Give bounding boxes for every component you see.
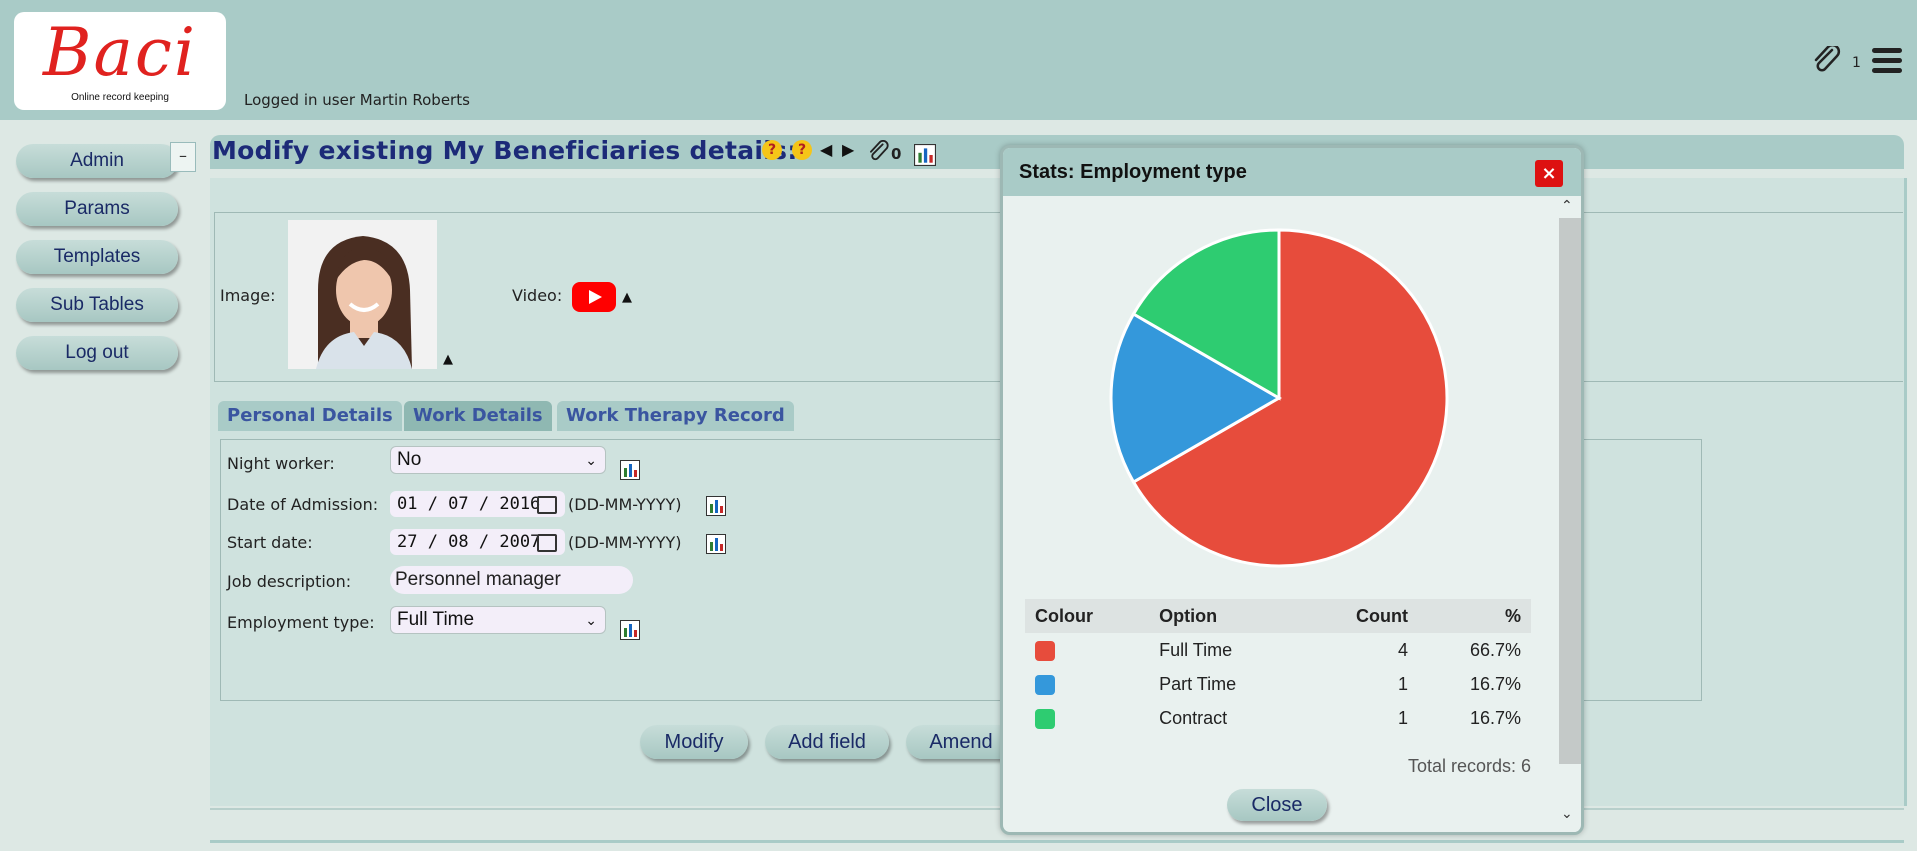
col-colour: Colour (1025, 599, 1150, 633)
chevron-down-icon: ⌄ (585, 612, 597, 628)
job-description-label: Job description: (227, 572, 352, 591)
start-date-label: Start date: (227, 533, 313, 552)
beneficiary-photo[interactable] (288, 220, 437, 369)
sidebar-item-log-out[interactable]: Log out (16, 336, 178, 370)
page-title: Modify existing My Beneficiaries details… (212, 136, 798, 165)
col-percent: % (1417, 599, 1531, 633)
row-option: Contract (1159, 707, 1228, 728)
table-row: Full Time 4 66.7% (1025, 633, 1531, 667)
employment-type-stats-icon[interactable] (620, 620, 640, 640)
pie-chart (1109, 228, 1449, 568)
video-label: Video: (512, 286, 563, 305)
stats-chart-icon[interactable] (914, 144, 936, 166)
video-play-icon[interactable] (572, 282, 616, 312)
logo-tagline: Online record keeping (71, 92, 169, 103)
attachment-icon[interactable] (868, 140, 890, 162)
logged-in-user: Logged in user Martin Roberts (244, 91, 470, 109)
help-icon-2[interactable]: ? (792, 140, 812, 160)
logo-text: Baci (43, 14, 197, 91)
date-of-admission-label: Date of Admission: (227, 495, 379, 514)
row-count: 1 (1397, 673, 1408, 694)
dialog-title: Stats: Employment type (1019, 161, 1247, 183)
close-button[interactable]: Close (1227, 789, 1327, 821)
table-row: Part Time 1 16.7% (1025, 667, 1531, 701)
job-description-input[interactable]: Personnel manager (390, 566, 633, 594)
image-expand-icon[interactable]: ▲ (443, 352, 453, 367)
sidebar-item-sub-tables[interactable]: Sub Tables (16, 288, 178, 322)
stats-dialog: Stats: Employment type × Colour Option C… (1000, 145, 1584, 835)
col-count: Count (1303, 599, 1418, 633)
color-swatch (1035, 640, 1055, 661)
col-option: Option (1149, 599, 1304, 633)
add-field-button[interactable]: Add field (765, 725, 889, 759)
modify-button[interactable]: Modify (640, 725, 748, 759)
logo[interactable]: Baci Online record keeping (14, 12, 226, 110)
color-swatch (1035, 674, 1055, 695)
next-record-icon[interactable]: ▶ (842, 140, 854, 159)
sidebar-item-params[interactable]: Params (16, 192, 178, 226)
calendar-icon[interactable] (537, 534, 557, 552)
stats-table: Colour Option Count % Full Time 4 66.7% … (1025, 599, 1531, 735)
employment-type-value: Full Time (397, 609, 475, 630)
start-date-value: 27 / 08 / 2007 (397, 532, 541, 552)
dialog-scrollbar[interactable]: ⌃ ⌄ (1555, 196, 1581, 832)
night-worker-value: No (397, 449, 422, 470)
chevron-down-icon: ⌄ (585, 452, 597, 468)
row-count: 1 (1397, 707, 1408, 728)
start-date-input[interactable]: 27 / 08 / 2007 (390, 529, 565, 555)
row-option: Part Time (1159, 673, 1237, 694)
night-worker-label: Night worker: (227, 454, 335, 473)
scroll-down-icon[interactable]: ⌄ (1561, 806, 1573, 822)
row-percent: 66.7% (1469, 639, 1521, 660)
hamburger-menu-icon[interactable] (1872, 48, 1902, 74)
sidebar-item-templates[interactable]: Templates (16, 240, 178, 274)
previous-record-icon[interactable]: ◀ (820, 140, 832, 159)
employment-type-label: Employment type: (227, 613, 375, 632)
date-of-admission-input[interactable]: 01 / 07 / 2016 (390, 491, 565, 517)
row-percent: 16.7% (1469, 673, 1521, 694)
color-swatch (1035, 708, 1055, 729)
tab-work-details[interactable]: Work Details (404, 401, 552, 431)
calendar-icon[interactable] (537, 496, 557, 514)
night-worker-select[interactable]: No ⌄ (390, 446, 606, 474)
sidebar-collapse-button[interactable]: – (170, 142, 196, 172)
start-date-format: (DD-MM-YYYY) (568, 533, 682, 552)
scroll-up-icon[interactable]: ⌃ (1561, 198, 1573, 214)
date-of-admission-format: (DD-MM-YYYY) (568, 495, 682, 514)
total-records: Total records: 6 (1407, 756, 1531, 776)
night-worker-stats-icon[interactable] (620, 460, 640, 480)
sidebar-item-admin[interactable]: Admin (16, 144, 178, 178)
tab-personal-details[interactable]: Personal Details (218, 401, 402, 431)
row-count: 4 (1397, 639, 1408, 660)
close-icon[interactable]: × (1535, 160, 1563, 187)
video-expand-icon[interactable]: ▲ (622, 290, 632, 305)
date-of-admission-stats-icon[interactable] (706, 496, 726, 516)
help-icon[interactable]: ? (762, 140, 782, 160)
attachment-count-main: 0 (891, 145, 902, 163)
table-row: Contract 1 16.7% (1025, 701, 1531, 735)
scrollbar-thumb[interactable] (1559, 218, 1581, 764)
image-label: Image: (220, 286, 276, 305)
employment-type-select[interactable]: Full Time ⌄ (390, 606, 606, 634)
paperclip-icon[interactable] (1812, 46, 1842, 72)
date-of-admission-value: 01 / 07 / 2016 (397, 494, 541, 514)
row-percent: 16.7% (1469, 707, 1521, 728)
attachment-count: 1 (1852, 55, 1861, 71)
start-date-stats-icon[interactable] (706, 534, 726, 554)
stats-table-header: Colour Option Count % (1025, 599, 1531, 633)
row-option: Full Time (1159, 639, 1233, 660)
tab-work-therapy-record[interactable]: Work Therapy Record (557, 401, 794, 431)
